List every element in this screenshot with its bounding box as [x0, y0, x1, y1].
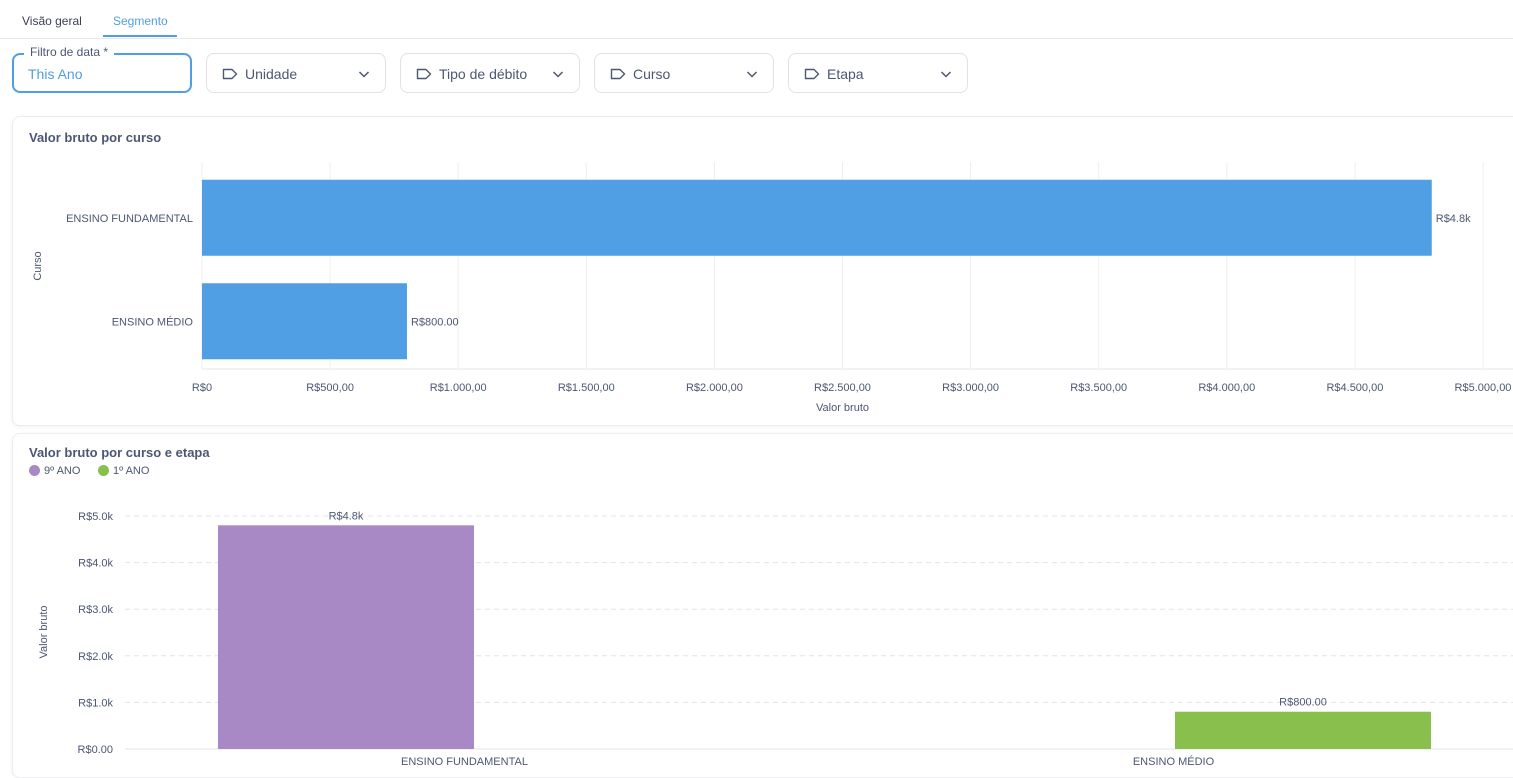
- y-tick-label: ENSINO FUNDAMENTAL: [66, 213, 193, 225]
- chevron-down-icon: [357, 67, 371, 86]
- unidade-filter-label: Unidade: [245, 66, 298, 82]
- chevron-down-icon: [745, 67, 759, 86]
- bar[interactable]: [202, 283, 407, 360]
- tag-icon: [804, 67, 820, 85]
- x-tick-label: R$1.500,00: [558, 382, 615, 394]
- chart-card-valor-bruto-por-curso: Valor bruto por curso R$0 R$500,00 R$1.000…: [12, 116, 1513, 426]
- x-tick-label: R$2.500,00: [814, 382, 871, 394]
- tab-bar: Visão geral Segmento: [0, 0, 1513, 39]
- date-filter-label: Filtro de data *: [24, 45, 115, 59]
- y-tick-label: R$4.0k: [78, 558, 113, 570]
- x-tick-label: R$3.500,00: [1070, 382, 1127, 394]
- x-tick-label: R$4.500,00: [1326, 382, 1383, 394]
- x-tick-label: R$5.000,00: [1455, 382, 1512, 394]
- tag-icon: [416, 67, 432, 85]
- bar[interactable]: [1175, 711, 1431, 749]
- tab-segmento[interactable]: Segmento: [113, 14, 168, 28]
- y-tick-label: R$1.0k: [78, 697, 113, 709]
- y-tick-label: R$2.0k: [78, 651, 113, 663]
- x-tick-label: R$4.000,00: [1198, 382, 1255, 394]
- x-tick-label: R$2.000,00: [686, 382, 743, 394]
- y-tick-label: R$0.00: [78, 744, 113, 756]
- curso-filter[interactable]: Curso: [594, 53, 774, 93]
- y-axis-label: Valor bruto: [38, 606, 50, 659]
- tag-icon: [610, 67, 626, 85]
- data-label: R$4.8k: [329, 510, 364, 522]
- curso-filter-label: Curso: [633, 66, 671, 82]
- vertical-bar-chart: R$0.00 R$1.0k R$2.0k R$3.0k R$4.0k R$5.0k ENSI…: [38, 510, 1513, 768]
- chart-card-valor-bruto-por-curso-e-etapa: Valor bruto por curso e etapa 9º ANO 1º …: [12, 433, 1513, 778]
- tag-icon: [222, 67, 238, 85]
- x-tick-label: R$0: [192, 382, 212, 394]
- x-tick-label: R$500,00: [306, 382, 354, 394]
- horizontal-bar-chart: R$0 R$500,00 R$1.000,00 R$1.500,00 R$2.000,0…: [32, 162, 1513, 414]
- etapa-filter[interactable]: Etapa: [788, 53, 968, 93]
- chevron-down-icon: [939, 67, 953, 86]
- bar[interactable]: [202, 179, 1432, 256]
- tipo-de-debito-filter-label: Tipo de débito: [439, 66, 528, 82]
- x-tick-label: ENSINO MÉDIO: [1133, 755, 1215, 768]
- tab-visao-geral[interactable]: Visão geral: [22, 14, 82, 28]
- unidade-filter[interactable]: Unidade: [206, 53, 386, 93]
- etapa-filter-label: Etapa: [827, 66, 864, 82]
- x-tick-label: R$1.000,00: [430, 382, 487, 394]
- y-tick-label: R$3.0k: [78, 604, 113, 616]
- active-tab-indicator: [103, 35, 177, 37]
- data-label: R$800.00: [411, 316, 459, 328]
- chevron-down-icon: [551, 67, 565, 86]
- x-tick-label: ENSINO FUNDAMENTAL: [401, 756, 528, 768]
- bar[interactable]: [218, 525, 474, 749]
- date-filter-value: This Ano: [28, 66, 83, 82]
- tipo-de-debito-filter[interactable]: Tipo de débito: [400, 53, 580, 93]
- date-filter[interactable]: Filtro de data * This Ano: [12, 45, 192, 93]
- x-tick-label: R$3.000,00: [942, 382, 999, 394]
- data-label: R$800.00: [1279, 697, 1327, 709]
- y-tick-label: ENSINO MÉDIO: [112, 315, 194, 328]
- x-axis-label: Valor bruto: [816, 402, 869, 414]
- y-tick-label: R$5.0k: [78, 511, 113, 523]
- data-label: R$4.8k: [1436, 213, 1471, 225]
- y-axis-label: Curso: [32, 251, 44, 280]
